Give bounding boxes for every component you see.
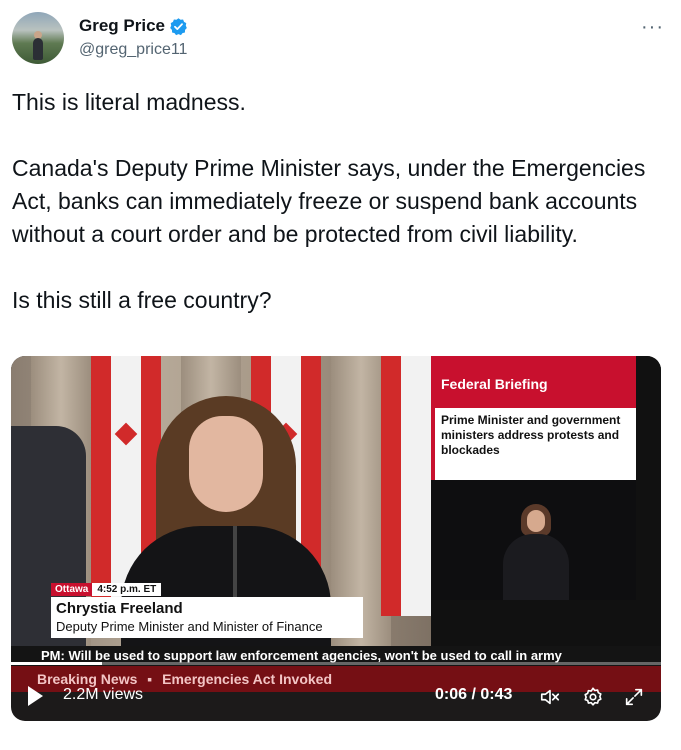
location-row: Ottawa 4:52 p.m. ET [51, 582, 363, 597]
author-row: Greg Price [79, 16, 188, 36]
view-count: 2.2M views [63, 686, 144, 703]
fullscreen-icon[interactable] [623, 686, 645, 708]
timecode: 0:06 / 0:43 [435, 686, 513, 703]
video-frame-main: Ottawa 4:52 p.m. ET Chrystia Freeland De… [11, 356, 431, 646]
side-panel-title: Federal Briefing [431, 356, 636, 408]
author-handle[interactable]: @greg_price11 [79, 41, 187, 59]
verified-badge-icon [170, 17, 187, 35]
video-controls: 2.2M views 0:06 / 0:43 [11, 678, 661, 718]
tweet-paragraph: This is literal madness. [12, 89, 246, 115]
mute-icon[interactable] [539, 686, 561, 708]
play-icon[interactable] [28, 686, 43, 706]
duration: 0:43 [480, 686, 513, 703]
avatar[interactable] [12, 12, 64, 64]
avatar-figure [33, 38, 43, 60]
speaker-name-box: Chrystia Freeland Deputy Prime Minister … [51, 597, 363, 638]
lower-third: Ottawa 4:52 p.m. ET Chrystia Freeland De… [51, 582, 363, 638]
tweet-paragraph: Canada's Deputy Prime Minister says, und… [12, 155, 646, 247]
current-time: 0:06 [435, 686, 468, 703]
settings-icon[interactable] [582, 686, 604, 708]
location-tag: Ottawa [51, 583, 93, 596]
tweet-text: This is literal madness. Canada's Deputy… [12, 86, 662, 317]
tweet-header: Greg Price @greg_price11 ··· [12, 10, 672, 68]
video-player[interactable]: Ottawa 4:52 p.m. ET Chrystia Freeland De… [11, 356, 661, 721]
more-icon[interactable]: ··· [641, 16, 664, 39]
speaker-name: Chrystia Freeland [56, 600, 183, 617]
side-panel: Federal Briefing Prime Minister and gove… [431, 356, 661, 646]
author-name[interactable]: Greg Price [79, 16, 165, 36]
canada-flag [381, 356, 431, 616]
speaker-face [189, 416, 263, 512]
tweet-paragraph: Is this still a free country? [12, 287, 272, 313]
speaker-title: Deputy Prime Minister and Minister of Fi… [56, 619, 323, 634]
progress-bar[interactable] [11, 662, 661, 665]
side-panel-text: Prime Minister and government ministers … [431, 408, 636, 480]
progress-fill [11, 662, 102, 665]
broadcast-time: 4:52 p.m. ET [92, 583, 162, 596]
sign-language-interpreter [431, 480, 636, 600]
